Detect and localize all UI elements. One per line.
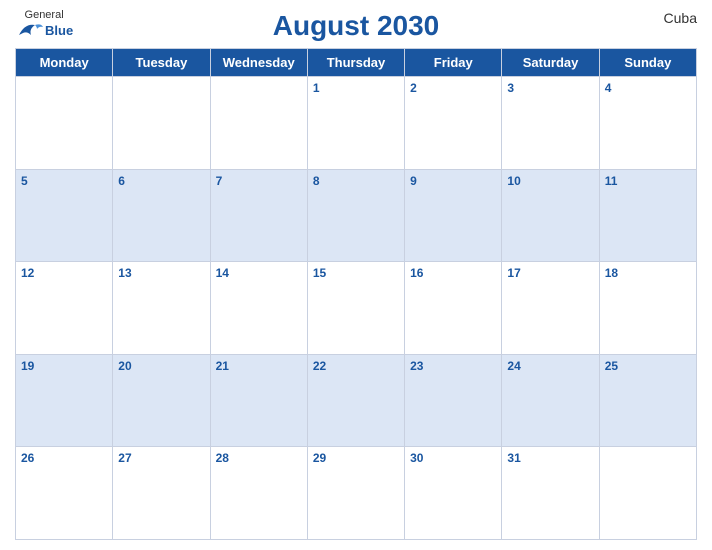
calendar-day-cell: 16 xyxy=(405,262,502,355)
calendar-day-cell: 11 xyxy=(599,169,696,262)
weekday-header-row: MondayTuesdayWednesdayThursdayFridaySatu… xyxy=(16,49,697,77)
weekday-header: Saturday xyxy=(502,49,599,77)
calendar-day-cell: 17 xyxy=(502,262,599,355)
calendar-day-cell: 2 xyxy=(405,77,502,170)
calendar-week-row: 12 13 14 15 16 17 18 xyxy=(16,262,697,355)
calendar-week-row: 5 6 7 8 9 10 11 xyxy=(16,169,697,262)
month-title: August 2030 xyxy=(273,10,440,42)
day-number: 17 xyxy=(507,266,520,280)
calendar-day-cell: 25 xyxy=(599,354,696,447)
day-number: 11 xyxy=(605,174,618,188)
calendar-table: MondayTuesdayWednesdayThursdayFridaySatu… xyxy=(15,48,697,540)
day-number: 25 xyxy=(605,359,618,373)
calendar-day-cell: 15 xyxy=(307,262,404,355)
day-number: 13 xyxy=(118,266,131,280)
calendar-week-row: 19 20 21 22 23 24 25 xyxy=(16,354,697,447)
day-number: 12 xyxy=(21,266,34,280)
day-number: 28 xyxy=(216,451,229,465)
day-number: 24 xyxy=(507,359,520,373)
calendar-day-cell: 10 xyxy=(502,169,599,262)
calendar-day-cell xyxy=(16,77,113,170)
day-number: 29 xyxy=(313,451,326,465)
calendar-day-cell: 19 xyxy=(16,354,113,447)
day-number: 3 xyxy=(507,81,514,95)
calendar-day-cell: 24 xyxy=(502,354,599,447)
weekday-header: Thursday xyxy=(307,49,404,77)
day-number: 1 xyxy=(313,81,320,95)
day-number: 26 xyxy=(21,451,34,465)
calendar-day-cell xyxy=(113,77,210,170)
calendar-day-cell: 6 xyxy=(113,169,210,262)
day-number: 2 xyxy=(410,81,417,95)
calendar-header: General Blue August 2030 Cuba xyxy=(15,10,697,42)
day-number: 10 xyxy=(507,174,520,188)
day-number: 30 xyxy=(410,451,423,465)
day-number: 19 xyxy=(21,359,34,373)
day-number: 4 xyxy=(605,81,612,95)
day-number: 31 xyxy=(507,451,520,465)
calendar-day-cell: 14 xyxy=(210,262,307,355)
day-number: 8 xyxy=(313,174,320,188)
day-number: 5 xyxy=(21,174,28,188)
logo-general-text: General xyxy=(25,10,64,21)
weekday-header: Friday xyxy=(405,49,502,77)
calendar-day-cell: 12 xyxy=(16,262,113,355)
weekday-header: Wednesday xyxy=(210,49,307,77)
logo: General Blue xyxy=(15,10,73,39)
calendar-day-cell: 31 xyxy=(502,447,599,540)
day-number: 16 xyxy=(410,266,423,280)
calendar-day-cell: 22 xyxy=(307,354,404,447)
day-number: 18 xyxy=(605,266,618,280)
day-number: 15 xyxy=(313,266,326,280)
calendar-day-cell: 20 xyxy=(113,354,210,447)
weekday-header: Monday xyxy=(16,49,113,77)
day-number: 6 xyxy=(118,174,125,188)
calendar-day-cell: 4 xyxy=(599,77,696,170)
calendar-day-cell: 21 xyxy=(210,354,307,447)
calendar-day-cell: 9 xyxy=(405,169,502,262)
calendar-day-cell: 30 xyxy=(405,447,502,540)
day-number: 21 xyxy=(216,359,229,373)
logo-bird-icon xyxy=(15,21,43,39)
calendar-day-cell: 23 xyxy=(405,354,502,447)
calendar-day-cell: 18 xyxy=(599,262,696,355)
calendar-day-cell: 13 xyxy=(113,262,210,355)
day-number: 9 xyxy=(410,174,417,188)
calendar-day-cell xyxy=(210,77,307,170)
calendar-day-cell xyxy=(599,447,696,540)
logo-blue-text: Blue xyxy=(45,24,73,37)
calendar-week-row: 26 27 28 29 30 31 xyxy=(16,447,697,540)
day-number: 23 xyxy=(410,359,423,373)
weekday-header: Sunday xyxy=(599,49,696,77)
day-number: 7 xyxy=(216,174,223,188)
day-number: 22 xyxy=(313,359,326,373)
day-number: 14 xyxy=(216,266,229,280)
weekday-header: Tuesday xyxy=(113,49,210,77)
calendar-day-cell: 3 xyxy=(502,77,599,170)
day-number: 27 xyxy=(118,451,131,465)
calendar-week-row: 1 2 3 4 xyxy=(16,77,697,170)
calendar-day-cell: 1 xyxy=(307,77,404,170)
calendar-day-cell: 5 xyxy=(16,169,113,262)
calendar-day-cell: 28 xyxy=(210,447,307,540)
day-number: 20 xyxy=(118,359,131,373)
calendar-day-cell: 8 xyxy=(307,169,404,262)
calendar-day-cell: 26 xyxy=(16,447,113,540)
country-label: Cuba xyxy=(664,10,697,26)
calendar-day-cell: 29 xyxy=(307,447,404,540)
calendar-day-cell: 27 xyxy=(113,447,210,540)
calendar-day-cell: 7 xyxy=(210,169,307,262)
